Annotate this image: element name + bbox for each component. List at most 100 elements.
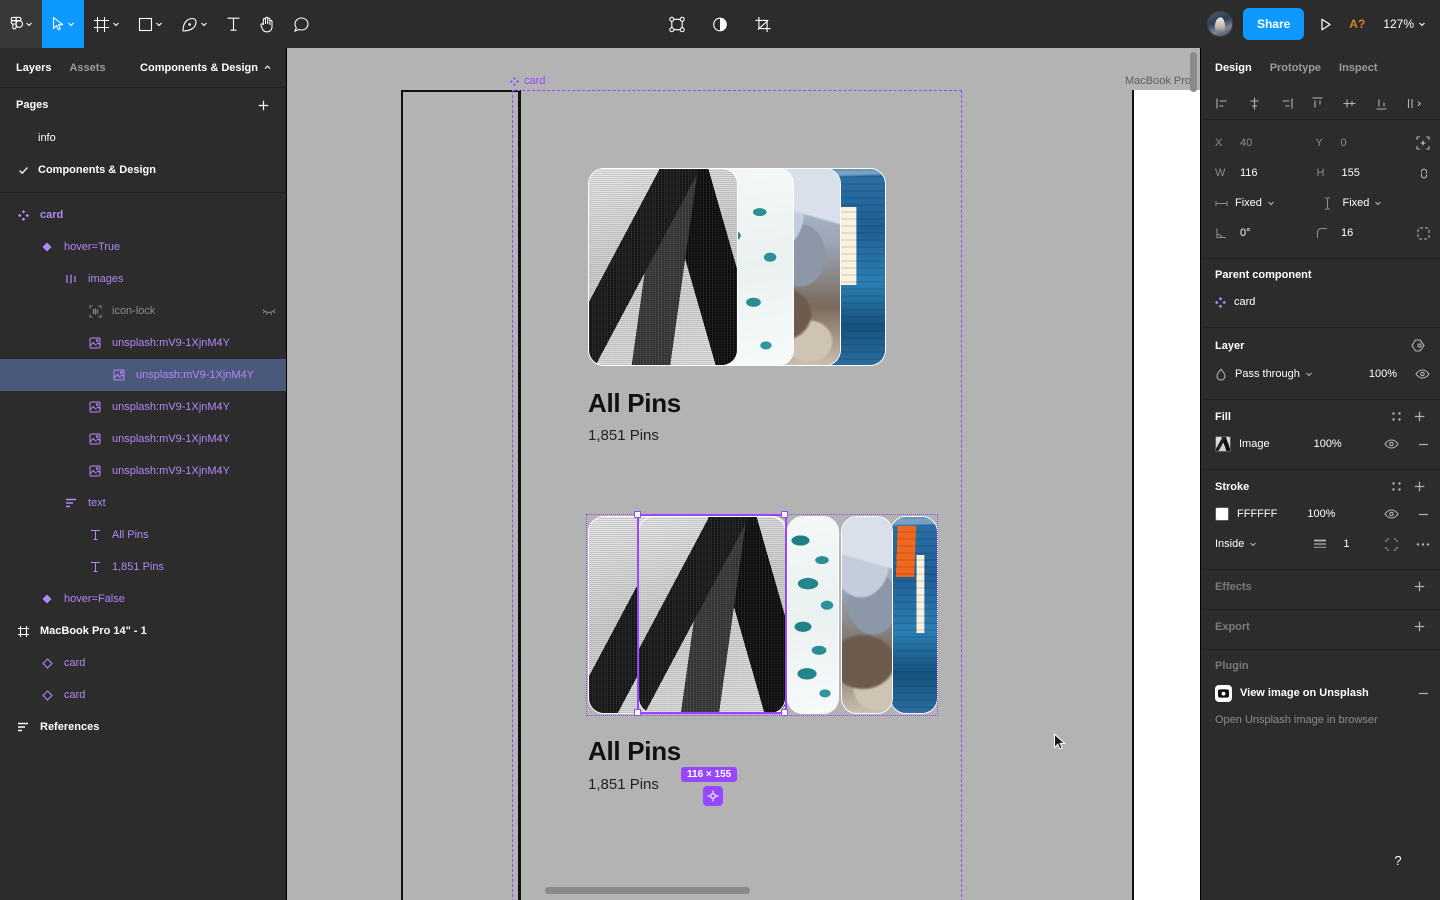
layer-settings-icon[interactable] bbox=[1411, 338, 1426, 353]
horizontal-resizing-dropdown[interactable]: Fixed bbox=[1235, 197, 1275, 209]
remove-fill-icon[interactable] bbox=[1417, 438, 1430, 451]
contrast-icon-button[interactable] bbox=[703, 0, 738, 48]
fill-opacity-input[interactable]: 100% bbox=[1314, 438, 1342, 450]
resize-handle-top-left[interactable] bbox=[634, 511, 641, 518]
layer-row[interactable]: hover=False bbox=[0, 583, 286, 615]
resize-handle-bottom-left[interactable] bbox=[634, 709, 641, 716]
shape-tool-button[interactable] bbox=[129, 0, 172, 48]
blend-mode-dropdown[interactable]: Pass through bbox=[1235, 368, 1313, 380]
add-fill-icon[interactable] bbox=[1413, 410, 1426, 423]
present-button[interactable] bbox=[1314, 13, 1337, 36]
text-tool-button[interactable] bbox=[217, 0, 250, 48]
fill-type-label[interactable]: Image bbox=[1239, 438, 1270, 450]
align-bottom-icon[interactable] bbox=[1374, 96, 1389, 111]
remove-plugin-icon[interactable] bbox=[1417, 687, 1430, 700]
layer-row[interactable]: unsplash:mV9-1XjnM4Y bbox=[0, 359, 286, 391]
crop-icon-button[interactable] bbox=[746, 0, 781, 48]
layer-row[interactable]: unsplash:mV9-1XjnM4Y bbox=[0, 423, 286, 455]
stroke-opacity-input[interactable]: 100% bbox=[1307, 508, 1335, 520]
tab-layers[interactable]: Layers bbox=[16, 62, 51, 74]
width-input[interactable]: 116 bbox=[1235, 164, 1263, 182]
layer-row[interactable]: text bbox=[0, 487, 286, 519]
advanced-stroke-icon[interactable] bbox=[1385, 537, 1398, 551]
stroke-weight-input[interactable]: 1 bbox=[1343, 538, 1349, 550]
zoom-control[interactable]: 127% bbox=[1377, 13, 1432, 35]
canvas[interactable]: MacBook Pro card All Pins 1,851 Pins All… bbox=[287, 48, 1200, 900]
layer-row[interactable]: icon-lock bbox=[0, 295, 286, 327]
component-frame-label[interactable]: card bbox=[510, 75, 545, 87]
eye-off-icon[interactable] bbox=[262, 306, 276, 316]
fill-visibility-eye-icon[interactable] bbox=[1384, 438, 1399, 450]
frame-tool-button[interactable] bbox=[84, 0, 129, 48]
pen-tool-button[interactable] bbox=[172, 0, 217, 48]
layer-row[interactable]: unsplash:mV9-1XjnM4Y bbox=[0, 391, 286, 423]
add-page-button[interactable] bbox=[257, 99, 270, 112]
tab-assets[interactable]: Assets bbox=[69, 62, 105, 74]
fill-styles-icon[interactable] bbox=[1390, 410, 1403, 423]
layer-row[interactable]: All Pins bbox=[0, 519, 286, 551]
align-left-icon[interactable] bbox=[1215, 96, 1230, 111]
align-horizontal-center-icon[interactable] bbox=[1247, 96, 1262, 111]
layer-row[interactable]: images bbox=[0, 263, 286, 295]
layer-row[interactable]: hover=True bbox=[0, 231, 286, 263]
move-tool-button[interactable] bbox=[42, 0, 84, 48]
card-preview-2[interactable]: All Pins 1,851 Pins bbox=[588, 516, 948, 793]
layer-opacity-input[interactable]: 100% bbox=[1369, 368, 1397, 380]
align-vertical-center-icon[interactable] bbox=[1342, 96, 1357, 111]
resize-handle-top-right[interactable] bbox=[781, 511, 788, 518]
y-input[interactable]: 0 bbox=[1336, 134, 1356, 152]
tab-inspect[interactable]: Inspect bbox=[1339, 62, 1378, 74]
remove-stroke-icon[interactable] bbox=[1417, 508, 1430, 521]
height-input[interactable]: 155 bbox=[1337, 164, 1365, 182]
align-top-icon[interactable] bbox=[1310, 96, 1325, 111]
frame-label-macbook[interactable]: MacBook Pro bbox=[1125, 75, 1191, 87]
stroke-more-options-icon[interactable] bbox=[1416, 542, 1430, 547]
vertical-resizing-dropdown[interactable]: Fixed bbox=[1343, 197, 1383, 209]
stroke-color-hex[interactable]: FFFFFF bbox=[1237, 508, 1277, 520]
layer-row[interactable]: MacBook Pro 14" - 1 bbox=[0, 615, 286, 647]
rotation-input[interactable]: 0° bbox=[1235, 224, 1256, 242]
stroke-position-dropdown[interactable]: Inside bbox=[1215, 538, 1257, 550]
align-right-icon[interactable] bbox=[1279, 96, 1294, 111]
help-button[interactable]: ? bbox=[1384, 846, 1412, 874]
stroke-color-swatch[interactable] bbox=[1215, 507, 1229, 521]
page-item-components-design[interactable]: Components & Design bbox=[0, 154, 286, 186]
tab-design[interactable]: Design bbox=[1215, 62, 1252, 74]
corner-radius-input[interactable]: 16 bbox=[1336, 224, 1358, 242]
comment-tool-button[interactable] bbox=[284, 0, 319, 48]
independent-corners-icon[interactable] bbox=[1417, 226, 1430, 240]
tab-prototype[interactable]: Prototype bbox=[1270, 62, 1321, 74]
vertical-scrollbar[interactable] bbox=[1190, 52, 1197, 92]
layer-visibility-eye-icon[interactable] bbox=[1415, 368, 1430, 380]
layer-row[interactable]: card bbox=[0, 647, 286, 679]
distribute-icon[interactable] bbox=[1406, 96, 1426, 111]
plugin-action-row[interactable]: View image on Unsplash bbox=[1201, 678, 1440, 708]
share-button[interactable]: Share bbox=[1242, 8, 1305, 40]
page-item-info[interactable]: info bbox=[0, 122, 286, 154]
add-effect-icon[interactable] bbox=[1413, 580, 1426, 593]
resize-handle-bottom-right[interactable] bbox=[781, 709, 788, 716]
macbook-frame-right[interactable] bbox=[1132, 90, 1200, 900]
accessibility-check-button[interactable]: A? bbox=[1347, 13, 1367, 35]
avatar[interactable] bbox=[1206, 11, 1233, 37]
layer-row[interactable]: unsplash:mV9-1XjnM4Y bbox=[0, 455, 286, 487]
horizontal-scrollbar[interactable] bbox=[545, 887, 750, 894]
layer-row[interactable]: card bbox=[0, 199, 286, 231]
stroke-visibility-eye-icon[interactable] bbox=[1384, 508, 1399, 520]
file-name-menu[interactable]: Components & Design bbox=[140, 62, 272, 74]
components-icon-button[interactable] bbox=[660, 0, 695, 48]
layer-row[interactable]: unsplash:mV9-1XjnM4Y bbox=[0, 327, 286, 359]
add-stroke-icon[interactable] bbox=[1413, 480, 1426, 493]
add-export-icon[interactable] bbox=[1413, 620, 1426, 633]
layer-row[interactable]: References bbox=[0, 711, 286, 743]
card-preview-1[interactable]: All Pins 1,851 Pins bbox=[588, 168, 888, 444]
absolute-position-icon[interactable] bbox=[1416, 136, 1430, 150]
hand-tool-button[interactable] bbox=[250, 0, 284, 48]
lock-aspect-ratio-icon[interactable] bbox=[1418, 166, 1430, 181]
layer-row[interactable]: card bbox=[0, 679, 286, 711]
stroke-styles-icon[interactable] bbox=[1390, 480, 1403, 493]
parent-component-row[interactable]: card bbox=[1201, 287, 1440, 317]
fill-image-thumbnail[interactable] bbox=[1215, 436, 1231, 452]
figma-logo-icon-button[interactable] bbox=[0, 0, 42, 48]
x-input[interactable]: 40 bbox=[1235, 134, 1257, 152]
